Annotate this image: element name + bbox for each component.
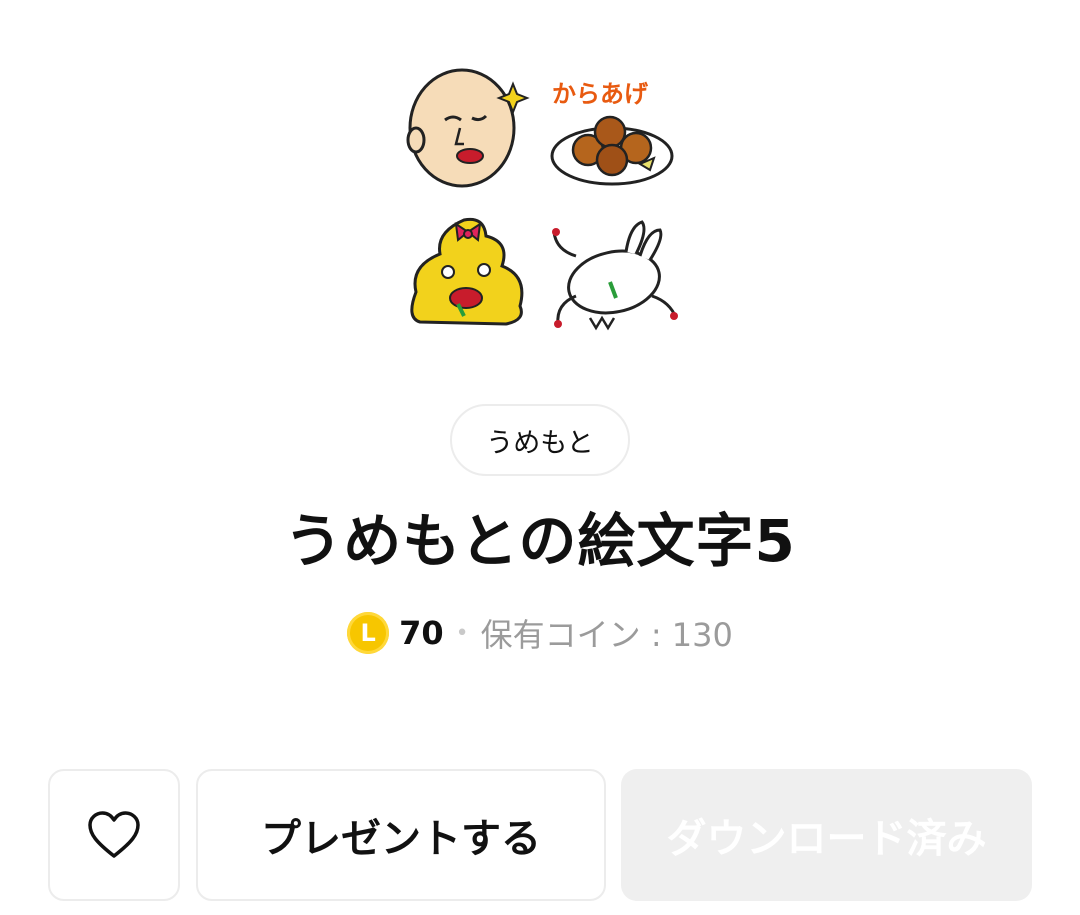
heart-icon (88, 811, 140, 858)
price-separator: • (455, 620, 469, 646)
karaage-text: からあげ (552, 80, 649, 108)
author-name: うめもと (486, 427, 594, 459)
sticker-preview: からあげ (400, 60, 690, 345)
product-title: うめもとの絵文字5 (284, 507, 796, 575)
poop-with-bow-sticker (410, 217, 524, 326)
price-row: L 70 • 保有コイン : 130 (0, 606, 1080, 660)
karaage-sticker: からあげ (550, 80, 674, 186)
rabbit-sticker (552, 220, 678, 331)
line-coin-icon: L (347, 612, 390, 654)
downloaded-button: ダウンロード済み (621, 769, 1032, 901)
favorite-button[interactable] (48, 769, 180, 901)
price-amount: 70 (399, 614, 444, 652)
bald-face-sticker (406, 68, 530, 188)
owned-coins: 保有コイン : 130 (480, 616, 733, 654)
author-chip[interactable]: うめもと (450, 404, 630, 476)
present-button[interactable]: プレゼントする (196, 769, 606, 901)
